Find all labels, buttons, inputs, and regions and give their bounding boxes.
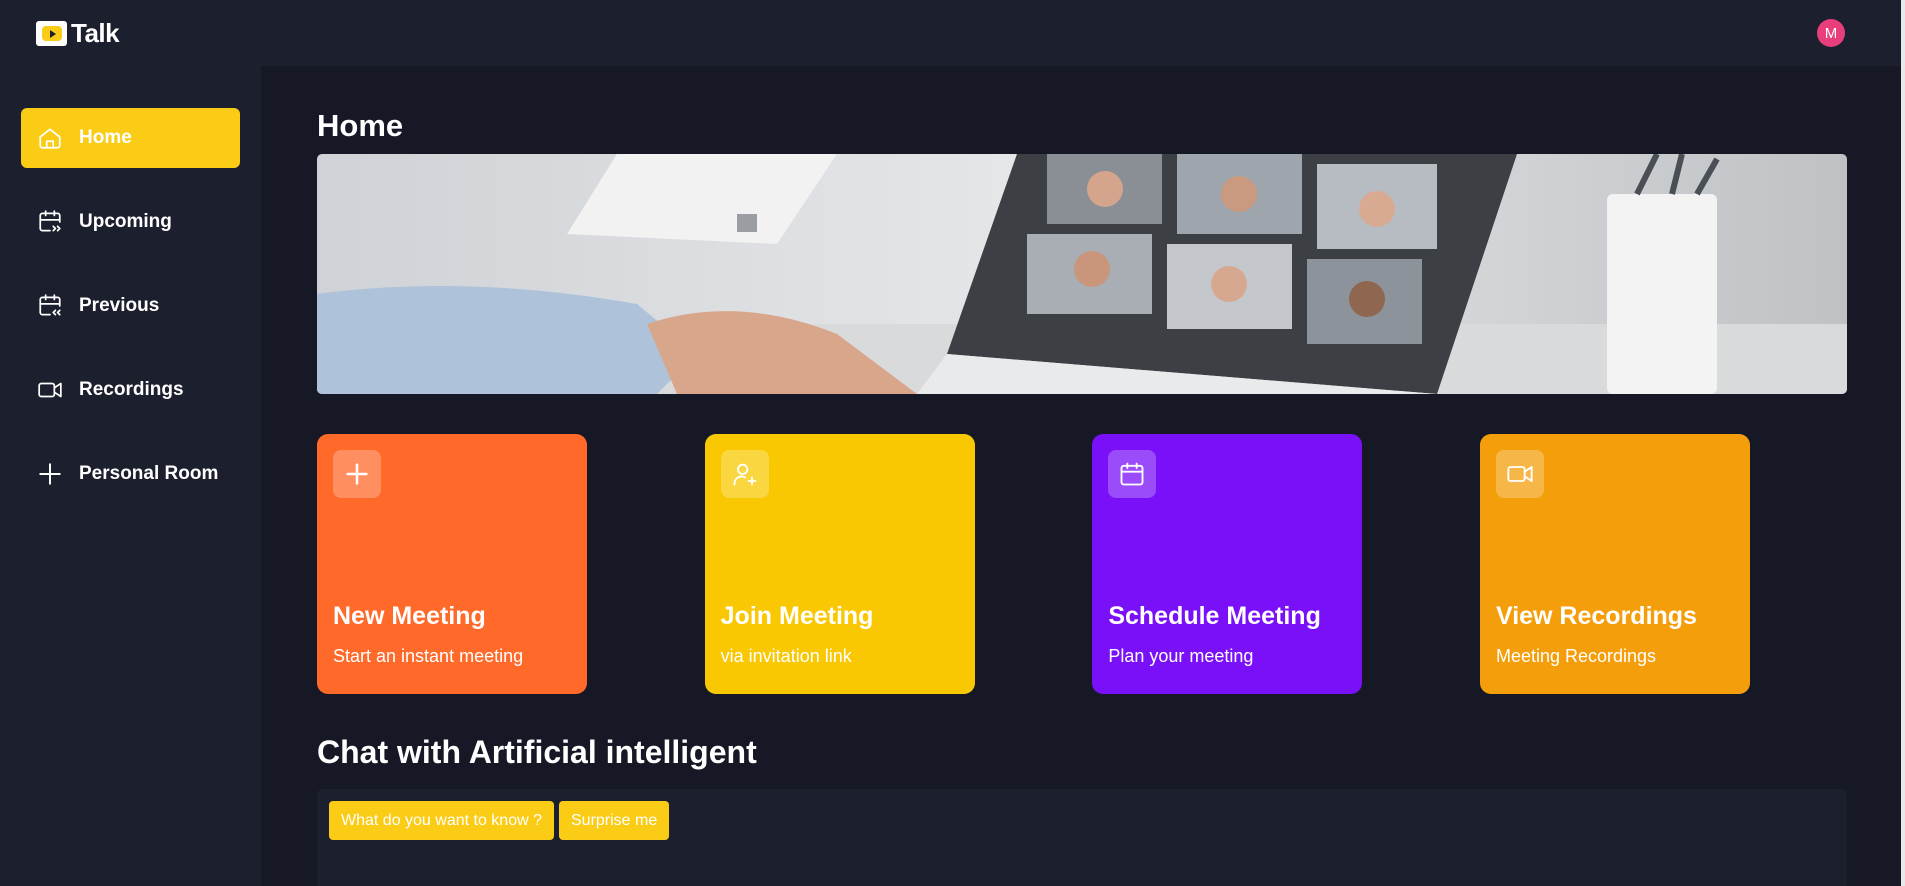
sidebar-item-recordings[interactable]: Recordings — [21, 360, 240, 420]
card-title: New Meeting — [333, 602, 486, 630]
logo-icon — [36, 20, 67, 46]
card-title: View Recordings — [1495, 602, 1697, 630]
ask-question-button[interactable]: What do you want to know ? — [329, 801, 554, 840]
plus-icon — [333, 450, 381, 498]
sidebar-item-label: Previous — [79, 295, 160, 316]
home-icon — [37, 125, 63, 151]
schedule-meeting-card[interactable]: Schedule Meeting Plan your meeting — [1092, 434, 1363, 694]
card-title: Join Meeting — [720, 602, 874, 630]
calendar-back-icon — [37, 293, 63, 319]
card-subtitle: Start an instant meeting — [333, 646, 524, 666]
sidebar-item-label: Personal Room — [79, 463, 219, 484]
action-cards: New Meeting Start an instant meeting Joi… — [317, 434, 1847, 694]
sidebar: Home Upcoming Previous Recordings Person… — [0, 66, 261, 886]
new-meeting-card[interactable]: New Meeting Start an instant meeting — [317, 434, 587, 694]
top-bar: Talk M — [0, 0, 1905, 66]
calendar-icon — [1108, 450, 1157, 498]
calendar-forward-icon — [37, 209, 63, 235]
card-subtitle: Plan your meeting — [1108, 646, 1254, 666]
sidebar-item-previous[interactable]: Previous — [21, 276, 240, 336]
view-recordings-card[interactable]: View Recordings Meeting Recordings — [1479, 434, 1750, 694]
plus-icon — [37, 461, 63, 487]
chat-panel: What do you want to know ? Surprise me — [317, 789, 1847, 886]
video-icon — [37, 377, 63, 403]
brand[interactable]: Talk — [36, 17, 120, 49]
avatar[interactable]: M — [1817, 19, 1845, 47]
window-edge — [1901, 0, 1905, 886]
sidebar-item-label: Recordings — [79, 379, 184, 400]
main-content: Home New Meeting Start an instant meetin… — [261, 66, 1905, 886]
app-name: Talk — [71, 17, 120, 48]
chat-section-title: Chat with Artificial intelligent — [317, 734, 757, 770]
user-plus-icon — [720, 450, 769, 498]
sidebar-item-upcoming[interactable]: Upcoming — [21, 192, 240, 252]
sidebar-item-label: Upcoming — [79, 211, 172, 232]
card-title: Schedule Meeting — [1108, 602, 1321, 630]
page-title: Home — [317, 108, 404, 143]
sidebar-item-personal-room[interactable]: Personal Room — [21, 444, 240, 504]
hero-banner-image — [317, 154, 1847, 394]
card-subtitle: via invitation link — [720, 646, 852, 666]
card-subtitle: Meeting Recordings — [1495, 646, 1657, 666]
sidebar-item-home[interactable]: Home — [21, 108, 240, 168]
video-icon — [1495, 450, 1544, 498]
surprise-me-button[interactable]: Surprise me — [559, 801, 670, 840]
sidebar-item-label: Home — [79, 127, 132, 148]
join-meeting-card[interactable]: Join Meeting via invitation link — [704, 434, 975, 694]
